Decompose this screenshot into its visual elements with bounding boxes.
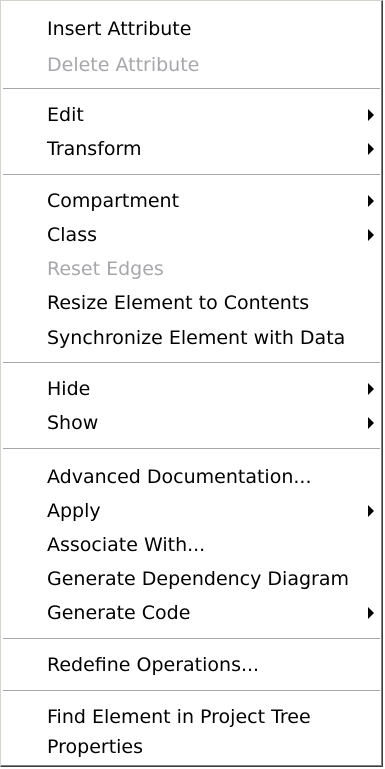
menu-item-label: Transform [47,138,142,160]
menu-separator [3,362,380,364]
submenu-arrow-icon [368,229,374,241]
submenu-arrow-icon [368,505,374,517]
context-menu: Insert Attribute Delete Attribute Edit T… [0,0,383,767]
menu-item-label: Properties [47,736,144,758]
menu-item-associate-with[interactable]: Associate With... [1,527,382,563]
submenu-arrow-icon [368,417,374,429]
menu-item-label: Resize Element to Contents [47,292,310,314]
menu-item-insert-attribute[interactable]: Insert Attribute [1,11,382,47]
menu-separator [3,638,380,640]
menu-item-compartment[interactable]: Compartment [1,183,382,219]
menu-item-label: Generate Code [47,602,191,624]
menu-item-label: Hide [47,378,91,400]
menu-item-label: Generate Dependency Diagram [47,568,349,590]
menu-item-label: Associate With... [47,534,206,556]
menu-item-label: Insert Attribute [47,18,192,40]
menu-item-redefine-operations[interactable]: Redefine Operations... [1,647,382,683]
menu-item-label: Redefine Operations... [47,654,260,676]
menu-item-edit[interactable]: Edit [1,97,382,133]
menu-item-label: Synchronize Element with Data [47,327,346,349]
menu-separator [3,174,380,176]
submenu-arrow-icon [368,607,374,619]
menu-item-label: Class [47,224,97,246]
menu-item-label: Edit [47,104,84,126]
menu-separator [3,88,380,90]
menu-item-label: Apply [47,500,101,522]
menu-item-generate-code[interactable]: Generate Code [1,595,382,631]
menu-item-advanced-documentation[interactable]: Advanced Documentation... [1,459,382,495]
menu-separator [3,448,380,450]
menu-item-class[interactable]: Class [1,217,382,253]
menu-item-label: Compartment [47,190,180,212]
menu-item-generate-dependency-diagram[interactable]: Generate Dependency Diagram [1,561,382,597]
menu-item-synchronize-element-with-data[interactable]: Synchronize Element with Data [1,320,382,356]
menu-item-label: Reset Edges [47,258,164,280]
submenu-arrow-icon [368,383,374,395]
menu-item-delete-attribute: Delete Attribute [1,47,382,83]
submenu-arrow-icon [368,195,374,207]
menu-separator [3,690,380,692]
menu-item-label: Delete Attribute [47,54,200,76]
menu-item-resize-element-to-contents[interactable]: Resize Element to Contents [1,285,382,321]
menu-item-reset-edges: Reset Edges [1,251,382,287]
submenu-arrow-icon [368,109,374,121]
menu-item-show[interactable]: Show [1,405,382,441]
menu-item-properties[interactable]: Properties [1,729,382,765]
menu-item-label: Show [47,412,99,434]
menu-item-label: Advanced Documentation... [47,466,312,488]
menu-item-transform[interactable]: Transform [1,131,382,167]
menu-item-apply[interactable]: Apply [1,493,382,529]
menu-item-hide[interactable]: Hide [1,371,382,407]
submenu-arrow-icon [368,143,374,155]
